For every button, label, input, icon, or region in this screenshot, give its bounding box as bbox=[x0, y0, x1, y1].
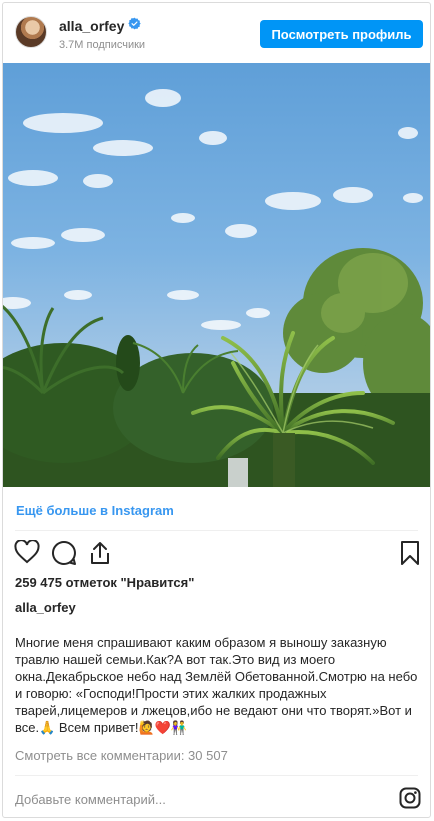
post-photo[interactable] bbox=[3, 63, 430, 487]
heart-icon[interactable] bbox=[14, 540, 40, 564]
view-profile-button[interactable]: Посмотреть профиль bbox=[260, 20, 423, 48]
divider bbox=[15, 530, 418, 531]
followers-count: 3.7M подписчики bbox=[59, 39, 146, 51]
verified-badge-icon bbox=[128, 17, 142, 35]
instagram-embed-card: alla_orfey 3.7M подписчики Посмотреть пр… bbox=[2, 2, 431, 818]
more-in-instagram-link[interactable]: Ещё больше в Instagram bbox=[16, 503, 174, 518]
caption-text: Многие меня спрашивают каким образом я в… bbox=[15, 635, 418, 735]
post-header: alla_orfey 3.7M подписчики Посмотреть пр… bbox=[3, 3, 430, 63]
user-block: alla_orfey 3.7M подписчики bbox=[59, 17, 145, 51]
likes-count[interactable]: 259 475 отметок "Нравится" bbox=[15, 575, 194, 590]
username-row: alla_orfey bbox=[59, 17, 145, 35]
divider bbox=[15, 775, 418, 776]
instagram-logo-icon[interactable] bbox=[399, 787, 421, 814]
add-comment-field[interactable]: Добавьте комментарий... bbox=[15, 792, 166, 807]
comment-icon[interactable] bbox=[51, 540, 77, 566]
username-link[interactable]: alla_orfey bbox=[59, 18, 124, 34]
avatar[interactable] bbox=[15, 16, 47, 48]
view-all-comments-link[interactable]: Смотреть все комментарии: 30 507 bbox=[15, 748, 228, 763]
bookmark-icon[interactable] bbox=[400, 540, 420, 566]
share-icon[interactable] bbox=[88, 540, 112, 566]
caption-author[interactable]: alla_orfey bbox=[15, 600, 76, 615]
